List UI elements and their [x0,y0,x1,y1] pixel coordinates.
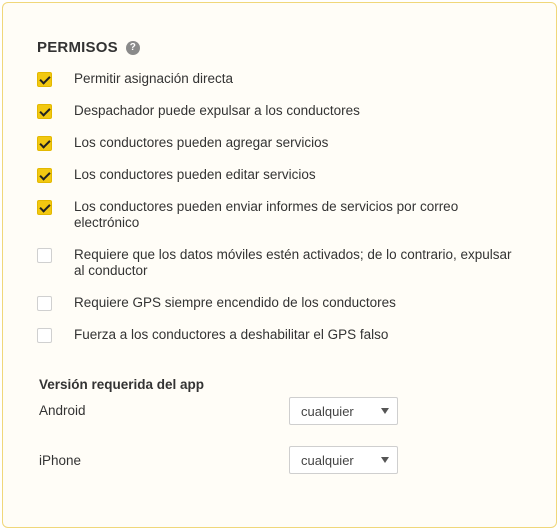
permissions-panel: PERMISOS ? Permitir asignación directa D… [2,2,557,528]
iphone-version-select[interactable]: cualquier [289,446,398,474]
permission-require-mobile-data[interactable]: Requiere que los datos móviles estén act… [37,247,527,279]
android-label: Android [39,403,86,418]
chevron-down-icon [381,457,389,463]
permission-label: Permitir asignación directa [74,71,234,86]
checkbox-drivers-edit-services[interactable] [37,168,52,183]
android-version-value: cualquier [301,404,354,419]
android-version-select[interactable]: cualquier [289,397,398,425]
permission-disable-fake-gps[interactable]: Fuerza a los conductores a deshabilitar … [37,327,527,343]
checkbox-drivers-email-reports[interactable] [37,200,52,215]
permission-require-gps[interactable]: Requiere GPS siempre encendido de los co… [37,295,527,311]
checkbox-allow-direct-assignment[interactable] [37,72,52,87]
checkbox-drivers-add-services[interactable] [37,136,52,151]
permission-label: Los conductores pueden editar servicios [74,167,316,182]
checkbox-disable-fake-gps[interactable] [37,328,52,343]
help-icon[interactable]: ? [125,40,140,55]
checkbox-require-mobile-data[interactable] [37,248,52,263]
app-version-title: Versión requerida del app [39,377,205,392]
checkbox-dispatcher-can-kick[interactable] [37,104,52,119]
permission-drivers-add-services[interactable]: Los conductores pueden agregar servicios [37,135,527,151]
permission-label: Los conductores pueden enviar informes d… [74,199,459,230]
permission-drivers-edit-services[interactable]: Los conductores pueden editar servicios [37,167,527,183]
permission-label: Despachador puede expulsar a los conduct… [74,103,360,118]
permission-label: Fuerza a los conductores a deshabilitar … [74,327,389,342]
permission-drivers-email-reports[interactable]: Los conductores pueden enviar informes d… [37,199,527,231]
permission-label: Requiere que los datos móviles estén act… [74,247,512,278]
permission-label: Requiere GPS siempre encendido de los co… [74,295,396,310]
permissions-header: PERMISOS ? [37,39,140,56]
permission-dispatcher-can-kick[interactable]: Despachador puede expulsar a los conduct… [37,103,527,119]
chevron-down-icon [381,408,389,414]
iphone-version-value: cualquier [301,453,354,468]
permission-allow-direct-assignment[interactable]: Permitir asignación directa [37,71,527,87]
iphone-label: iPhone [39,453,82,468]
permissions-title: PERMISOS [37,39,118,56]
checkbox-require-gps[interactable] [37,296,52,311]
permission-label: Los conductores pueden agregar servicios [74,135,329,150]
